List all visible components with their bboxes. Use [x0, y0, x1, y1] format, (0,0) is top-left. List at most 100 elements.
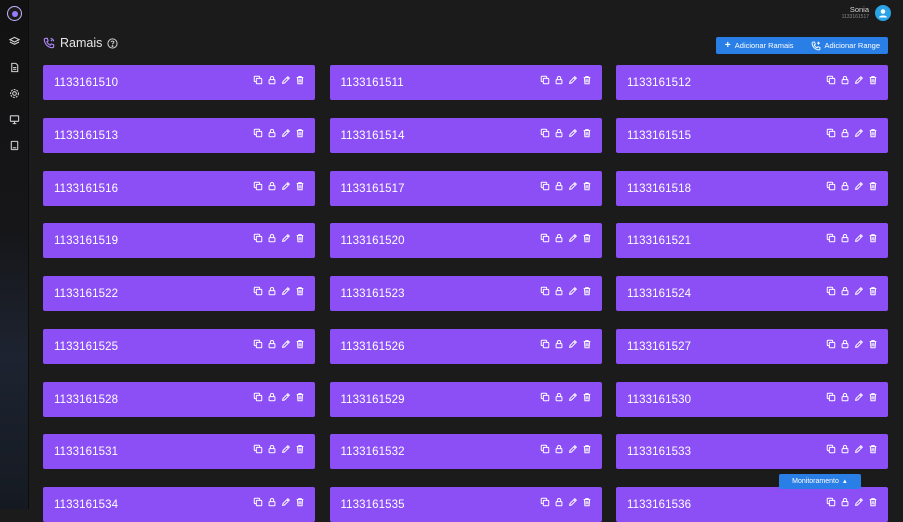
edit-icon[interactable]	[281, 75, 291, 85]
copy-icon[interactable]	[253, 128, 263, 138]
edit-icon[interactable]	[281, 181, 291, 191]
extension-card[interactable]: 1133161524	[616, 276, 888, 311]
extension-card[interactable]: 1133161511	[329, 65, 602, 100]
extension-card[interactable]: 1133161529	[329, 381, 602, 417]
copy-icon[interactable]	[826, 128, 836, 138]
trash-icon[interactable]	[295, 444, 305, 454]
trash-icon[interactable]	[582, 233, 592, 243]
extension-card[interactable]: 1133161536	[616, 487, 888, 522]
add-range-button[interactable]: Adicionar Range	[802, 37, 888, 54]
copy-icon[interactable]	[253, 339, 263, 349]
copy-icon[interactable]	[253, 392, 263, 402]
monitoring-button[interactable]: Monitoramento ▲	[779, 474, 861, 489]
trash-icon[interactable]	[295, 75, 305, 85]
extension-card[interactable]: 1133161531	[43, 434, 315, 470]
lock-icon[interactable]	[840, 233, 850, 243]
extension-card[interactable]: 1133161518	[616, 170, 888, 206]
extension-card[interactable]: 1133161526	[329, 328, 602, 364]
edit-icon[interactable]	[854, 75, 864, 85]
copy-icon[interactable]	[826, 233, 836, 243]
extension-card[interactable]: 1133161530	[616, 381, 888, 417]
edit-icon[interactable]	[281, 392, 291, 402]
extension-card[interactable]: 1133161525	[43, 328, 315, 364]
document-icon[interactable]	[8, 61, 20, 73]
extension-card[interactable]: 1133161513	[43, 117, 315, 153]
extension-card[interactable]: 1133161535	[329, 487, 602, 522]
lock-icon[interactable]	[267, 392, 277, 402]
trash-icon[interactable]	[295, 392, 305, 402]
trash-icon[interactable]	[582, 339, 592, 349]
lock-icon[interactable]	[554, 233, 564, 243]
trash-icon[interactable]	[868, 286, 878, 296]
copy-icon[interactable]	[540, 128, 550, 138]
app-logo[interactable]	[7, 6, 22, 21]
lock-icon[interactable]	[267, 128, 277, 138]
edit-icon[interactable]	[854, 128, 864, 138]
extension-card[interactable]: 1133161527	[616, 328, 888, 364]
copy-icon[interactable]	[540, 497, 550, 507]
edit-icon[interactable]	[568, 181, 578, 191]
trash-icon[interactable]	[868, 392, 878, 402]
copy-icon[interactable]	[826, 339, 836, 349]
extension-card[interactable]: 1133161514	[329, 117, 602, 153]
extension-card[interactable]: 1133161534	[43, 487, 315, 522]
copy-icon[interactable]	[540, 233, 550, 243]
edit-icon[interactable]	[854, 444, 864, 454]
copy-icon[interactable]	[253, 444, 263, 454]
edit-icon[interactable]	[568, 444, 578, 454]
trash-icon[interactable]	[295, 286, 305, 296]
copy-icon[interactable]	[253, 181, 263, 191]
copy-icon[interactable]	[253, 286, 263, 296]
copy-icon[interactable]	[540, 75, 550, 85]
monitor-icon[interactable]	[8, 113, 20, 125]
lock-icon[interactable]	[267, 233, 277, 243]
trash-icon[interactable]	[582, 128, 592, 138]
trash-icon[interactable]	[868, 444, 878, 454]
book-icon[interactable]	[8, 139, 20, 151]
extension-card[interactable]: 1133161522	[43, 276, 315, 311]
copy-icon[interactable]	[540, 181, 550, 191]
edit-icon[interactable]	[281, 233, 291, 243]
lock-icon[interactable]	[554, 128, 564, 138]
copy-icon[interactable]	[253, 497, 263, 507]
trash-icon[interactable]	[582, 181, 592, 191]
copy-icon[interactable]	[540, 286, 550, 296]
extension-card[interactable]: 1133161517	[329, 170, 602, 206]
extension-card[interactable]: 1133161519	[43, 223, 315, 259]
edit-icon[interactable]	[854, 181, 864, 191]
lock-icon[interactable]	[840, 181, 850, 191]
extension-card[interactable]: 1133161521	[616, 223, 888, 259]
edit-icon[interactable]	[854, 392, 864, 402]
trash-icon[interactable]	[295, 128, 305, 138]
trash-icon[interactable]	[582, 286, 592, 296]
edit-icon[interactable]	[568, 128, 578, 138]
lock-icon[interactable]	[840, 128, 850, 138]
extension-card[interactable]: 1133161510	[43, 65, 315, 100]
lock-icon[interactable]	[840, 75, 850, 85]
edit-icon[interactable]	[568, 392, 578, 402]
add-ramais-button[interactable]: + Adicionar Ramais	[716, 37, 802, 54]
edit-icon[interactable]	[281, 286, 291, 296]
edit-icon[interactable]	[854, 339, 864, 349]
lock-icon[interactable]	[554, 286, 564, 296]
edit-icon[interactable]	[281, 128, 291, 138]
lock-icon[interactable]	[267, 339, 277, 349]
trash-icon[interactable]	[582, 392, 592, 402]
copy-icon[interactable]	[540, 339, 550, 349]
copy-icon[interactable]	[540, 392, 550, 402]
trash-icon[interactable]	[868, 497, 878, 507]
extension-card[interactable]: 1133161533	[616, 434, 888, 470]
edit-icon[interactable]	[854, 286, 864, 296]
help-icon[interactable]	[107, 37, 118, 49]
copy-icon[interactable]	[826, 392, 836, 402]
copy-icon[interactable]	[253, 75, 263, 85]
copy-icon[interactable]	[826, 444, 836, 454]
settings-icon[interactable]	[8, 87, 20, 99]
lock-icon[interactable]	[267, 181, 277, 191]
lock-icon[interactable]	[554, 339, 564, 349]
lock-icon[interactable]	[554, 497, 564, 507]
trash-icon[interactable]	[582, 497, 592, 507]
lock-icon[interactable]	[267, 286, 277, 296]
extension-card[interactable]: 1133161512	[616, 65, 888, 100]
edit-icon[interactable]	[281, 497, 291, 507]
